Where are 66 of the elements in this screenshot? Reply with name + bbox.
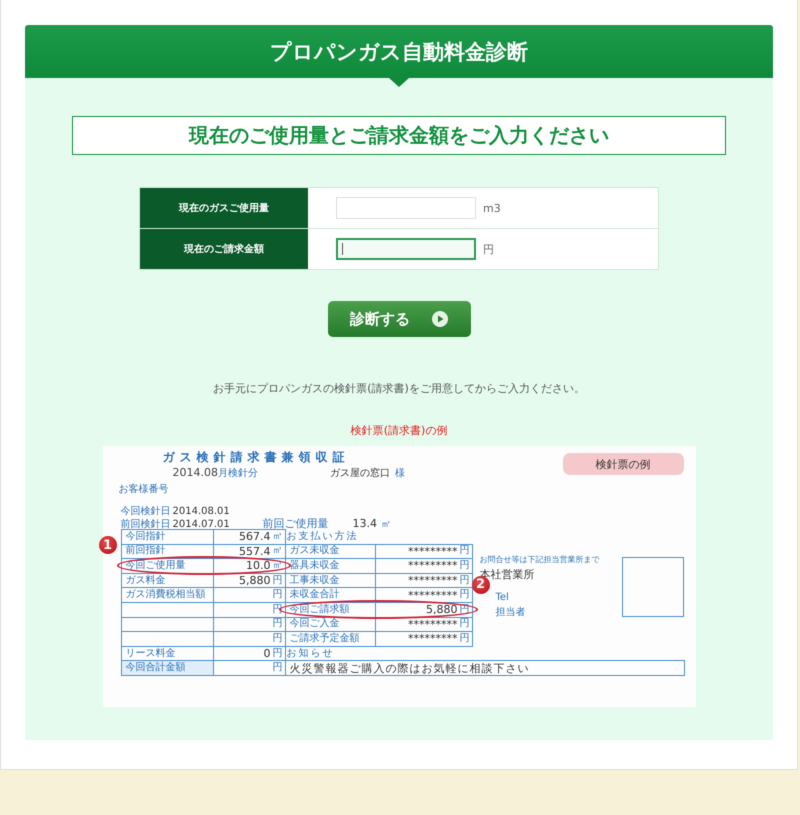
unit-label: ㎥ xyxy=(381,518,391,531)
unit-label: ㎥ xyxy=(272,546,282,556)
usage-value: 13.4 xyxy=(352,517,377,530)
stamp-box xyxy=(622,557,684,618)
example-badge: 検針票の例 xyxy=(562,453,684,475)
row-value: ********* xyxy=(408,575,458,586)
bill-title: ガス検針請求書兼領収証 xyxy=(162,449,350,466)
row-value: 5,880 xyxy=(239,575,270,586)
date-value: 2014.08.01 xyxy=(172,506,231,517)
tel-label: Tel xyxy=(496,592,510,604)
row-label: 今回合計金額 xyxy=(120,660,214,676)
row-label: ご請求予定金額 xyxy=(284,631,376,647)
row-label: 今回指針 xyxy=(120,529,214,545)
unit-label: 円 xyxy=(460,560,470,571)
unit-label: 円 xyxy=(272,619,282,630)
row-value: 567.4 xyxy=(239,531,270,542)
contact-note: お問合せ等は下記担当営業所まで xyxy=(480,554,600,566)
customer-number-label: お客様番号 xyxy=(118,482,170,496)
header-pointer xyxy=(389,78,409,87)
unit-label: 円 xyxy=(483,242,494,256)
page-title: プロパンガス自動料金診断 xyxy=(270,38,528,66)
row-value: 557.4 xyxy=(239,546,270,557)
unit-label: 円 xyxy=(272,590,282,600)
section-heading: 現在のご使用量とご請求金額をご入力ください xyxy=(72,116,726,155)
row-value: 5,880 xyxy=(426,604,458,616)
unit-label: 円 xyxy=(460,590,470,600)
row-value: 10.0 xyxy=(246,560,270,572)
honorific: 様 xyxy=(395,466,405,480)
row-value: ********* xyxy=(408,546,458,557)
row-value: ********* xyxy=(408,590,458,601)
unit-label: 円 xyxy=(460,619,470,630)
unit-label: 円 xyxy=(272,634,282,644)
field-label: 現在のガスご使用量 xyxy=(140,188,308,228)
row-value: ********* xyxy=(408,560,458,572)
unit-label: 円 xyxy=(272,663,282,674)
number-marker: 1 xyxy=(98,536,116,554)
row-value: 0 xyxy=(264,648,270,660)
unit-label: 円 xyxy=(272,648,282,659)
date-label: 今回検針日 xyxy=(120,504,170,518)
play-icon xyxy=(432,311,448,327)
instruction-text: お手元にプロパンガスの検針票(請求書)をご用意してからご入力ください。 xyxy=(213,381,585,396)
row-value: ********* xyxy=(408,633,458,644)
notice-text: 火災警報器ご購入の際はお気軽に相談下さい xyxy=(284,660,684,676)
unit-label: ㎥ xyxy=(272,532,282,542)
field-label: 現在のご請求金額 xyxy=(140,229,308,269)
period-label: 月検針分 xyxy=(218,466,258,480)
period-date: 2014.08 xyxy=(172,466,218,479)
submit-button[interactable]: 診断する xyxy=(328,301,470,337)
row-value: ********* xyxy=(408,618,458,630)
unit-label: ㎥ xyxy=(272,560,282,571)
unit-label: 円 xyxy=(460,634,470,644)
usage-label: 前回ご使用量 xyxy=(262,516,328,530)
unit-label: 円 xyxy=(460,576,470,586)
recipient-name: ガス屋の窓口 xyxy=(330,466,390,480)
payment-label: お支払い方法 xyxy=(286,530,360,544)
number-marker: 2 xyxy=(472,576,490,594)
unit-label: m3 xyxy=(483,202,501,214)
staff-label: 担当者 xyxy=(496,606,526,620)
unit-label: 円 xyxy=(272,576,282,586)
text-cursor xyxy=(342,243,343,255)
date-value: 2014.07.01 xyxy=(172,519,231,530)
unit-label: 円 xyxy=(460,546,470,556)
notice-label: お知らせ xyxy=(286,646,336,661)
example-caption: 検針票(請求書)の例 xyxy=(350,423,448,438)
input-field[interactable] xyxy=(336,238,476,260)
date-label: 前回検針日 xyxy=(120,518,170,530)
